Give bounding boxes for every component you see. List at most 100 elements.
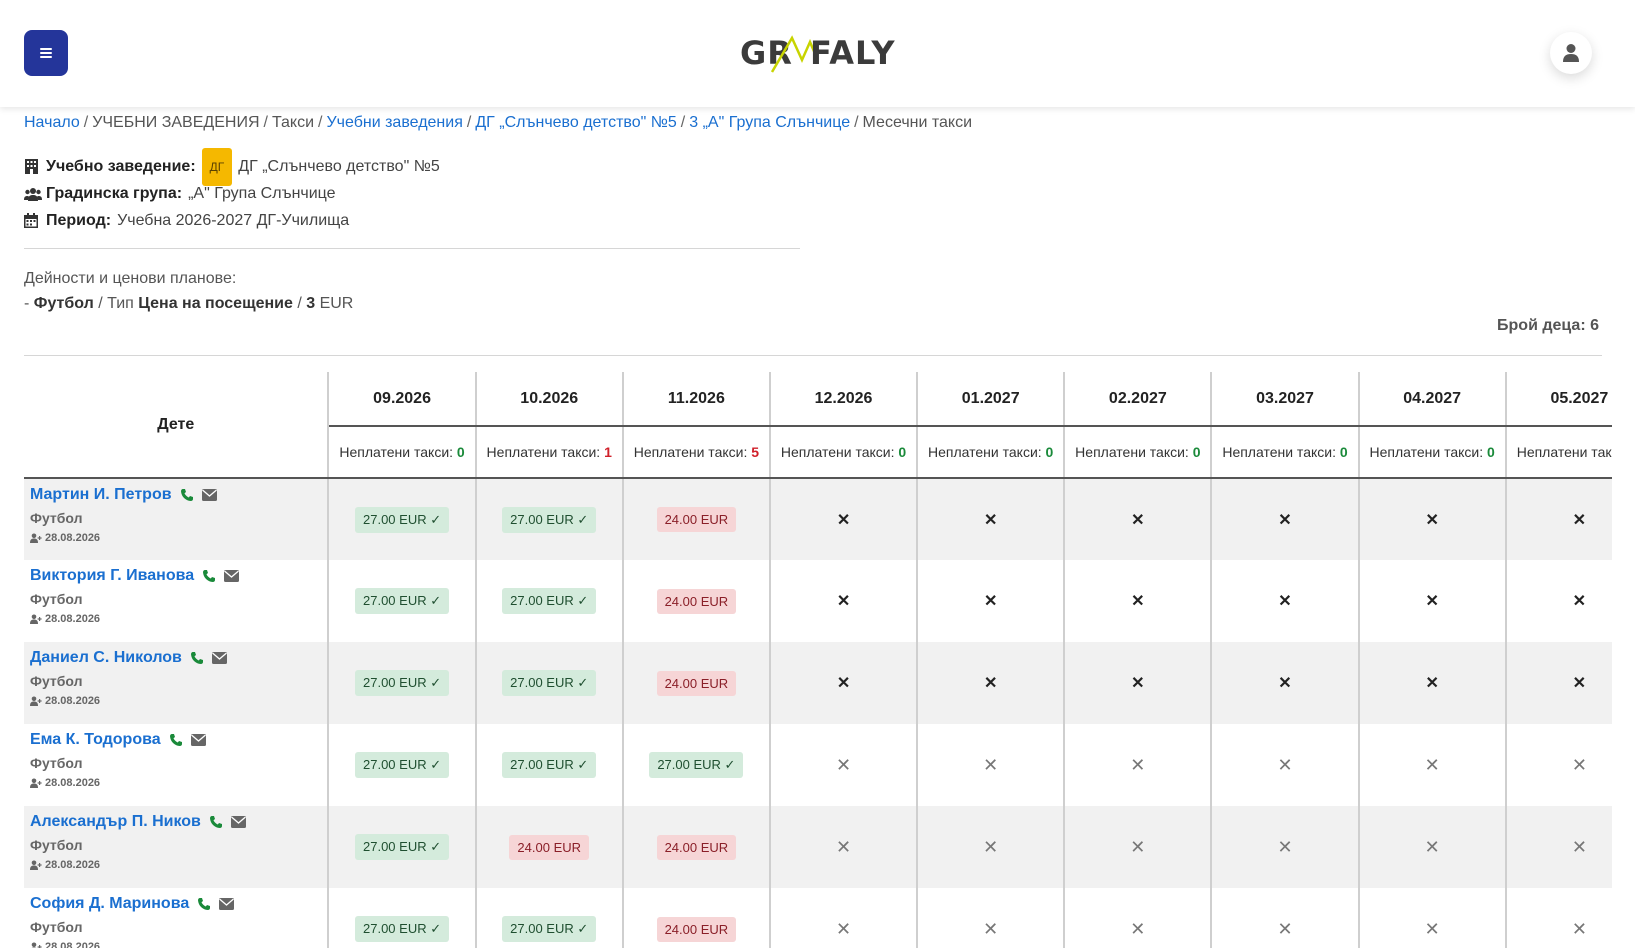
institution-row: Учебно заведение: ДГ ДГ „Слънчево детств… bbox=[24, 147, 440, 186]
unpaid-fees-count: 0 bbox=[1339, 444, 1348, 460]
envelope-icon[interactable] bbox=[224, 570, 240, 582]
unpaid-fees-label: Неплатени такси: bbox=[1516, 444, 1612, 460]
envelope-icon[interactable] bbox=[211, 652, 227, 664]
unpaid-fees-header: Неплатени такси: 0 bbox=[769, 426, 919, 479]
enrollment-date: 28.08.2026 bbox=[30, 777, 327, 789]
no-fee-icon: ✕ bbox=[1571, 754, 1587, 775]
fee-cell: ✕ bbox=[1064, 642, 1213, 724]
breadcrumb-item[interactable]: Учебни заведения bbox=[326, 114, 462, 131]
fee-cell: 27.00 EUR ✓ bbox=[328, 642, 477, 724]
activity-type: Цена на посещение bbox=[138, 295, 293, 312]
child-name-link[interactable]: София Д. Маринова bbox=[30, 895, 327, 913]
phone-icon[interactable] bbox=[197, 897, 211, 911]
breadcrumb-separator: / bbox=[318, 114, 323, 131]
fee-unpaid-badge[interactable]: 24.00 EUR bbox=[656, 507, 737, 532]
fee-paid-badge[interactable]: 27.00 EUR ✓ bbox=[355, 588, 450, 614]
fees-table-body: Мартин И. Петров Футбол 28.08.2026 27.00 EU… bbox=[24, 478, 1612, 948]
fee-unpaid-badge[interactable]: 24.00 EUR bbox=[509, 834, 590, 860]
activities-block: Дейности и ценови планове: - Футбол / Ти… bbox=[24, 266, 353, 316]
fee-unpaid-badge[interactable]: 24.00 EUR bbox=[656, 834, 737, 860]
fee-paid-badge[interactable]: 27.00 EUR ✓ bbox=[355, 670, 450, 696]
unpaid-fees-header: Неплатени такси: 0 bbox=[1064, 426, 1213, 479]
breadcrumb-item[interactable]: 3 „А" Група Слънчице bbox=[689, 114, 850, 131]
fee-paid-badge[interactable]: 27.00 EUR ✓ bbox=[502, 506, 597, 533]
phone-icon[interactable] bbox=[169, 733, 183, 747]
fee-cell: ✕ bbox=[1211, 560, 1360, 642]
no-fee-icon: ✕ bbox=[1425, 675, 1439, 692]
phone-icon[interactable] bbox=[209, 815, 223, 829]
child-name-link[interactable]: Александър П. Ников bbox=[30, 813, 327, 831]
fee-paid-badge[interactable]: 27.00 EUR ✓ bbox=[355, 506, 450, 533]
fee-paid-badge[interactable]: 27.00 EUR ✓ bbox=[502, 670, 597, 696]
divider bbox=[24, 248, 800, 249]
unpaid-fees-header: Неплатени такси: 0 bbox=[1211, 426, 1360, 479]
no-fee-icon: ✕ bbox=[835, 836, 852, 857]
fee-paid-badge[interactable]: 27.00 EUR ✓ bbox=[502, 916, 597, 942]
period-row: Период: Учебна 2026-2027 ДГ-Училища bbox=[24, 207, 440, 234]
child-name-link[interactable]: Мартин И. Петров bbox=[30, 486, 327, 504]
child-name[interactable]: Мартин И. Петров bbox=[30, 486, 172, 504]
logo-text-right: FALY bbox=[810, 34, 896, 72]
no-fee-icon: ✕ bbox=[835, 754, 852, 775]
fee-unpaid-badge[interactable]: 24.00 EUR bbox=[656, 916, 737, 942]
fee-cell: ✕ bbox=[1358, 478, 1507, 560]
user-plus-icon bbox=[30, 533, 42, 543]
fee-cell: ✕ bbox=[1064, 724, 1213, 806]
child-name-link[interactable]: Даниел С. Николов bbox=[30, 649, 327, 667]
fee-unpaid-badge[interactable]: 24.00 EUR bbox=[656, 670, 737, 696]
fee-unpaid-badge[interactable]: 24.00 EUR bbox=[656, 588, 737, 614]
table-row: Даниел С. Николов Футбол 28.08.2026 27.00 E… bbox=[24, 642, 1612, 724]
no-fee-icon: ✕ bbox=[1277, 836, 1293, 857]
unpaid-fees-header: Неплатени такси: 0 bbox=[1358, 426, 1507, 479]
enrollment-date: 28.08.2026 bbox=[30, 532, 327, 544]
child-activity: Футбол bbox=[30, 510, 83, 526]
child-name[interactable]: Александър П. Ников bbox=[30, 813, 201, 831]
breadcrumb-item[interactable]: Начало bbox=[24, 114, 80, 131]
fee-paid-badge[interactable]: 27.00 EUR ✓ bbox=[649, 752, 744, 778]
phone-icon[interactable] bbox=[202, 569, 216, 583]
no-fee-icon: ✕ bbox=[1572, 675, 1587, 692]
child-activity: Футбол bbox=[30, 673, 83, 689]
institution-label: Учебно заведение: bbox=[46, 157, 196, 175]
fee-cell: ✕ bbox=[1505, 642, 1612, 724]
unpaid-fees-count: 0 bbox=[1192, 444, 1201, 460]
user-menu-button[interactable] bbox=[1550, 32, 1592, 74]
envelope-icon[interactable] bbox=[230, 816, 246, 828]
fees-table-container[interactable]: Дете 09.2026 10.2026 11.2026 12.2026 01.2027… bbox=[24, 372, 1612, 948]
logo[interactable]: GR FALY bbox=[738, 32, 895, 74]
fee-paid-badge[interactable]: 27.00 EUR ✓ bbox=[502, 588, 597, 614]
enrollment-date-value: 28.08.2026 bbox=[45, 613, 101, 625]
fee-cell: ✕ bbox=[917, 642, 1066, 724]
child-name-link[interactable]: Ема К. Тодорова bbox=[30, 731, 327, 749]
child-name[interactable]: Ема К. Тодорова bbox=[30, 731, 161, 749]
month-header: 11.2026 bbox=[622, 372, 771, 427]
menu-button[interactable] bbox=[24, 30, 68, 76]
child-name[interactable]: София Д. Маринова bbox=[30, 895, 189, 913]
no-fee-icon: ✕ bbox=[1425, 593, 1439, 610]
child-name-link[interactable]: Виктория Г. Иванова bbox=[30, 567, 327, 585]
phone-icon[interactable] bbox=[180, 488, 194, 502]
no-fee-icon: ✕ bbox=[1278, 511, 1292, 529]
phone-icon[interactable] bbox=[190, 651, 204, 665]
fee-paid-badge[interactable]: 27.00 EUR ✓ bbox=[355, 834, 450, 860]
users-icon bbox=[24, 186, 42, 202]
fee-paid-badge[interactable]: 27.00 EUR ✓ bbox=[502, 752, 597, 778]
table-row: София Д. Маринова Футбол 28.08.2026 27.00 E… bbox=[24, 888, 1612, 948]
child-name[interactable]: Виктория Г. Иванова bbox=[30, 567, 194, 585]
breadcrumb-item[interactable]: ДГ „Слънчево детство" №5 bbox=[475, 114, 676, 131]
child-name[interactable]: Даниел С. Николов bbox=[30, 649, 182, 667]
fee-cell: ✕ bbox=[769, 806, 919, 888]
activity-type-sep: / Тип bbox=[93, 295, 139, 312]
no-fee-icon: ✕ bbox=[983, 836, 999, 857]
unpaid-fees-count: 1 bbox=[604, 444, 612, 460]
breadcrumb-item: Месечни такси bbox=[862, 114, 973, 131]
envelope-icon[interactable] bbox=[201, 489, 217, 501]
envelope-icon[interactable] bbox=[219, 898, 235, 910]
fee-paid-badge[interactable]: 27.00 EUR ✓ bbox=[355, 916, 450, 942]
fee-cell: ✕ bbox=[917, 478, 1066, 560]
envelope-icon[interactable] bbox=[190, 734, 206, 746]
fee-cell: ✕ bbox=[1064, 478, 1213, 560]
fee-cell: ✕ bbox=[917, 806, 1066, 888]
fee-paid-badge[interactable]: 27.00 EUR ✓ bbox=[355, 752, 450, 778]
user-plus-icon bbox=[30, 860, 42, 870]
